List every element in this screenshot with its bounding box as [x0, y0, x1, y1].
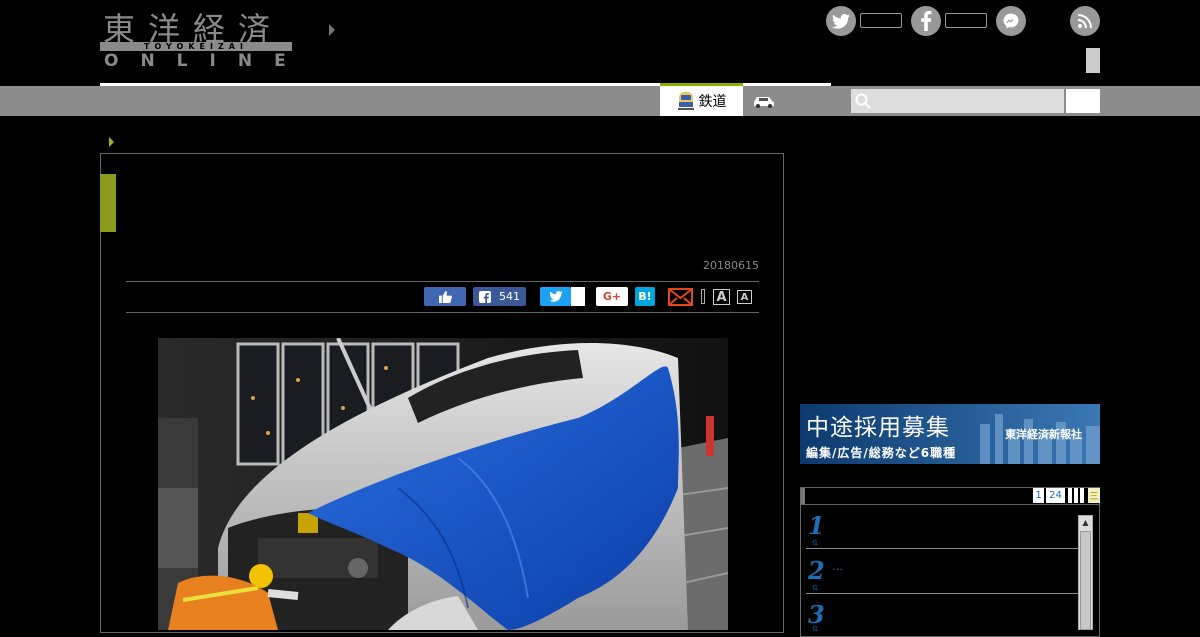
car-icon: [754, 97, 774, 108]
thumbs-up-icon: [438, 290, 452, 303]
font-size-small-button[interactable]: A: [737, 290, 752, 304]
search-button[interactable]: [1066, 89, 1100, 113]
ad-headline: 中途採用募集: [806, 415, 950, 441]
title-accent-bar: [100, 174, 116, 232]
ranking-item-title[interactable]: …: [832, 560, 843, 573]
google-plus-share-button[interactable]: G+: [596, 287, 628, 306]
ranking-page-last[interactable]: 三: [1088, 488, 1100, 503]
ranking-page-24[interactable]: 24: [1046, 488, 1065, 503]
ranking-suffix: 位: [812, 540, 819, 547]
twitter-count: [860, 13, 902, 28]
divider: [126, 281, 759, 282]
logo-romaji: TOYOKEIZAI: [144, 42, 248, 51]
search-input[interactable]: [851, 89, 1064, 113]
facebook-icon[interactable]: [911, 6, 941, 36]
facebook-count: [945, 13, 987, 28]
messenger-icon[interactable]: [996, 6, 1026, 36]
search-icon: [855, 93, 871, 109]
ad-company: 東洋経済新報社: [1005, 428, 1082, 441]
breadcrumb-caret-icon: [109, 137, 114, 147]
divider: [126, 312, 759, 313]
article-photo: [158, 338, 728, 630]
train-icon: [677, 92, 694, 110]
ranking-page-tab[interactable]: [1074, 488, 1078, 503]
twitter-icon: [548, 291, 563, 302]
recruit-ad-banner[interactable]: 中途採用募集 東洋経済新報社 編集/広告/総務など6職種: [800, 404, 1100, 464]
ranking-number: 2: [808, 556, 825, 585]
tab-car[interactable]: [750, 91, 778, 111]
divider: [806, 548, 1078, 549]
mail-icon[interactable]: [668, 288, 693, 306]
caret-right-icon[interactable]: [329, 24, 335, 36]
ranking-suffix: 位: [812, 585, 819, 592]
article-date: 20180615: [703, 259, 759, 272]
hatena-bookmark-button[interactable]: B!: [635, 287, 655, 306]
print-icon[interactable]: [701, 289, 705, 304]
font-size-large-button[interactable]: A: [713, 289, 730, 305]
logo-online[interactable]: ONLINE: [104, 51, 308, 71]
rss-icon[interactable]: [1070, 6, 1100, 36]
divider: [806, 593, 1078, 594]
tab-railway-label: 鉄道: [698, 94, 727, 110]
facebook-share-count: 541: [499, 290, 520, 303]
twitter-icon[interactable]: [826, 6, 856, 36]
twitter-share-count: [571, 287, 585, 306]
tab-railway[interactable]: 鉄道: [660, 83, 743, 116]
scrollbar-thumb[interactable]: [1080, 531, 1091, 630]
ranking-page-tab[interactable]: [1080, 488, 1084, 503]
ranking-number: 1: [808, 511, 825, 540]
like-button[interactable]: [424, 287, 466, 306]
ranking-box: [800, 487, 1100, 637]
twitter-share-button[interactable]: [540, 287, 571, 306]
facebook-share-button[interactable]: 541: [473, 287, 526, 306]
ranking-page-tab[interactable]: [1068, 488, 1072, 503]
ranking-suffix: 位: [812, 626, 819, 633]
ranking-tab-marker: [801, 488, 805, 504]
ad-subline: 編集/広告/総務など6職種: [806, 446, 957, 460]
header-menu-button[interactable]: [1086, 48, 1100, 73]
scroll-up-icon[interactable]: ▲: [1078, 515, 1093, 530]
ranking-page-1[interactable]: 1: [1033, 488, 1044, 503]
facebook-icon: [479, 290, 491, 303]
